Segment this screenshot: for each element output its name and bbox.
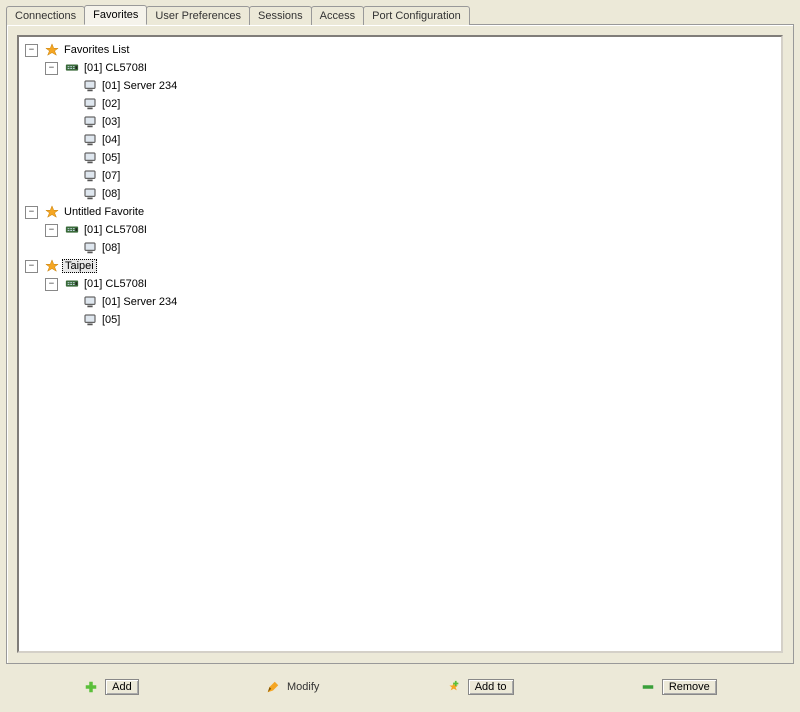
port-icon (82, 186, 98, 202)
tab-label: User Preferences (155, 10, 241, 22)
port-node[interactable]: [02] (25, 95, 775, 113)
port-icon (82, 294, 98, 310)
port-icon (82, 168, 98, 184)
add-button[interactable]: Add (105, 679, 139, 695)
tree-expander-blank (65, 153, 76, 164)
tree-expander-blank (65, 315, 76, 326)
tab-label: Connections (15, 10, 76, 22)
tree-node-label[interactable]: [03] (100, 116, 122, 128)
port-icon (82, 150, 98, 166)
tree-expander-blank (65, 243, 76, 254)
tree-expander[interactable]: − (45, 62, 58, 75)
tab-user-preferences[interactable]: User Preferences (146, 6, 250, 25)
tree-node-label[interactable]: [01] Server 234 (100, 296, 179, 308)
tree-expander-blank (65, 135, 76, 146)
port-node[interactable]: [04] (25, 131, 775, 149)
tab-favorites[interactable]: Favorites (84, 5, 147, 25)
port-node[interactable]: [01] Server 234 (25, 77, 775, 95)
tab-sessions[interactable]: Sessions (249, 6, 312, 25)
tree-expander-blank (65, 189, 76, 200)
tab-content: −Favorites List−[01] CL5708I[01] Server … (6, 24, 794, 664)
tab-label: Port Configuration (372, 10, 461, 22)
tree-node-label[interactable]: [08] (100, 242, 122, 254)
switch-icon (64, 60, 80, 76)
tree-expander-blank (65, 117, 76, 128)
add-to-icon (446, 679, 462, 695)
tab-label: Favorites (93, 9, 138, 21)
add-icon (83, 679, 99, 695)
tab-strip: Connections Favorites User Preferences Sess… (0, 0, 800, 24)
tree-expander-blank (65, 99, 76, 110)
tree-node-label[interactable]: [01] CL5708I (82, 278, 149, 290)
favorite-node[interactable]: − Untitled Favorite (25, 203, 775, 221)
tree-expander-blank (65, 297, 76, 308)
switch-node[interactable]: − [01] CL5708I (25, 221, 775, 239)
port-icon (82, 96, 98, 112)
modify-icon (265, 679, 281, 695)
port-node[interactable]: [05] (25, 311, 775, 329)
tree-node-label[interactable]: Untitled Favorite (62, 206, 146, 218)
favorite-icon (44, 204, 60, 220)
tab-access[interactable]: Access (311, 6, 364, 25)
tree-expander[interactable]: − (25, 44, 38, 57)
switch-node[interactable]: − [01] CL5708I (25, 275, 775, 293)
favorite-icon (44, 258, 60, 274)
favorite-icon (44, 42, 60, 58)
tree-node-label[interactable]: [05] (100, 152, 122, 164)
tree-expander-blank (65, 171, 76, 182)
port-icon (82, 114, 98, 130)
modify-label[interactable]: Modify (287, 681, 319, 693)
tree-expander[interactable]: − (25, 260, 38, 273)
tab-label: Sessions (258, 10, 303, 22)
port-node[interactable]: [08] (25, 185, 775, 203)
tab-port-configuration[interactable]: Port Configuration (363, 6, 470, 25)
tree-expander[interactable]: − (25, 206, 38, 219)
tree-expander[interactable]: − (45, 278, 58, 291)
remove-button[interactable]: Remove (662, 679, 717, 695)
port-icon (82, 240, 98, 256)
tree-node-label[interactable]: [07] (100, 170, 122, 182)
port-node[interactable]: [08] (25, 239, 775, 257)
switch-node[interactable]: − [01] CL5708I (25, 59, 775, 77)
tree-expander-blank (65, 81, 76, 92)
favorites-tree[interactable]: −Favorites List−[01] CL5708I[01] Server … (17, 35, 783, 653)
favorite-node[interactable]: − Favorites List (25, 41, 775, 59)
tree-node-label[interactable]: [01] Server 234 (100, 80, 179, 92)
port-icon (82, 132, 98, 148)
tree-node-label[interactable]: [02] (100, 98, 122, 110)
remove-icon (640, 679, 656, 695)
port-icon (82, 78, 98, 94)
port-icon (82, 312, 98, 328)
tree-node-label[interactable]: [08] (100, 188, 122, 200)
tree-expander[interactable]: − (45, 224, 58, 237)
tree-node-label[interactable]: Taipei (62, 259, 97, 273)
switch-icon (64, 222, 80, 238)
tree-node-label[interactable]: Favorites List (62, 44, 131, 56)
tree-node-label[interactable]: [05] (100, 314, 122, 326)
bottom-toolbar: Add Modify Add to Remove (0, 668, 800, 712)
port-node[interactable]: [05] (25, 149, 775, 167)
tab-connections[interactable]: Connections (6, 6, 85, 25)
tree-node-label[interactable]: [04] (100, 134, 122, 146)
add-to-button[interactable]: Add to (468, 679, 514, 695)
port-node[interactable]: [07] (25, 167, 775, 185)
favorite-node[interactable]: − Taipei (25, 257, 775, 275)
tree-node-label[interactable]: [01] CL5708I (82, 224, 149, 236)
switch-icon (64, 276, 80, 292)
tab-label: Access (320, 10, 355, 22)
port-node[interactable]: [01] Server 234 (25, 293, 775, 311)
port-node[interactable]: [03] (25, 113, 775, 131)
tree-node-label[interactable]: [01] CL5708I (82, 62, 149, 74)
